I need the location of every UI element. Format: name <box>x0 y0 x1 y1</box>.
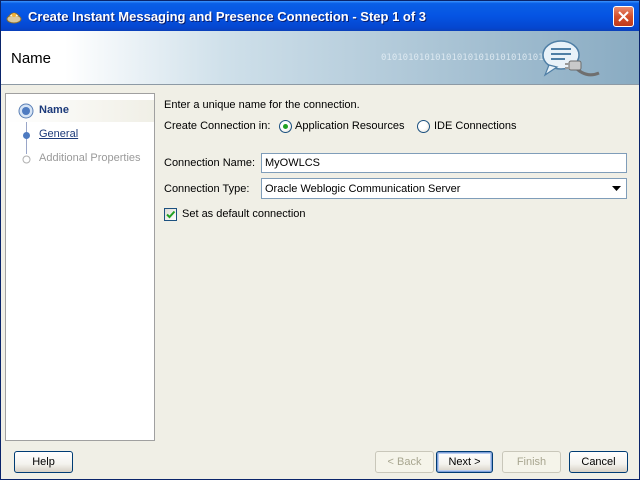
chevron-down-icon[interactable] <box>609 181 624 196</box>
create-in-label: Create Connection in: <box>164 120 271 132</box>
connection-type-label: Connection Type: <box>164 183 250 195</box>
step-label-additional-properties: Additional Properties <box>39 152 141 164</box>
step-label-name: Name <box>39 104 69 116</box>
connection-name-field[interactable] <box>261 153 627 173</box>
app-icon <box>6 8 22 24</box>
radio-ide-connections-label[interactable]: IDE Connections <box>434 120 517 132</box>
close-icon <box>618 11 629 22</box>
step-label-general[interactable]: General <box>39 128 78 140</box>
radio-application-resources-label[interactable]: Application Resources <box>295 120 404 132</box>
wizard-steps-panel: Name General Additional Properties <box>5 93 155 441</box>
header-title: Name <box>11 50 52 67</box>
wizard-header: Name 01010101010101010101010101010101 <box>1 31 639 85</box>
help-button[interactable]: Help <box>14 451 73 473</box>
cancel-button[interactable]: Cancel <box>569 451 628 473</box>
connection-plug-icon <box>542 40 600 77</box>
instruction-text: Enter a unique name for the connection. <box>164 99 360 111</box>
default-connection-label[interactable]: Set as default connection <box>182 208 306 220</box>
active-step-icon <box>18 103 34 119</box>
close-button[interactable] <box>613 6 634 27</box>
step-name[interactable]: Name <box>6 100 154 122</box>
step-bullet-icon <box>23 132 30 139</box>
next-button[interactable]: Next > <box>436 451 493 473</box>
disabled-step-bullet-icon <box>22 155 31 164</box>
step-general[interactable]: General <box>6 124 154 146</box>
finish-button[interactable]: Finish <box>502 451 561 473</box>
connection-type-value: Oracle Weblogic Communication Server <box>265 183 461 195</box>
step-additional-properties: Additional Properties <box>6 148 154 170</box>
title-bar[interactable]: Create Instant Messaging and Presence Co… <box>1 1 639 31</box>
radio-application-resources[interactable] <box>279 120 292 133</box>
connection-name-label: Connection Name: <box>164 157 256 169</box>
header-binary-decoration: 01010101010101010101010101010101 <box>381 53 555 63</box>
radio-selected-dot <box>283 124 288 129</box>
dialog-window: Create Instant Messaging and Presence Co… <box>0 0 640 480</box>
connection-type-dropdown[interactable]: Oracle Weblogic Communication Server <box>261 178 627 199</box>
connection-name-input[interactable] <box>262 154 626 172</box>
radio-ide-connections[interactable] <box>417 120 430 133</box>
checkmark-icon <box>166 210 176 219</box>
back-button[interactable]: < Back <box>375 451 434 473</box>
window-title: Create Instant Messaging and Presence Co… <box>28 9 427 24</box>
default-connection-checkbox[interactable] <box>164 208 177 221</box>
